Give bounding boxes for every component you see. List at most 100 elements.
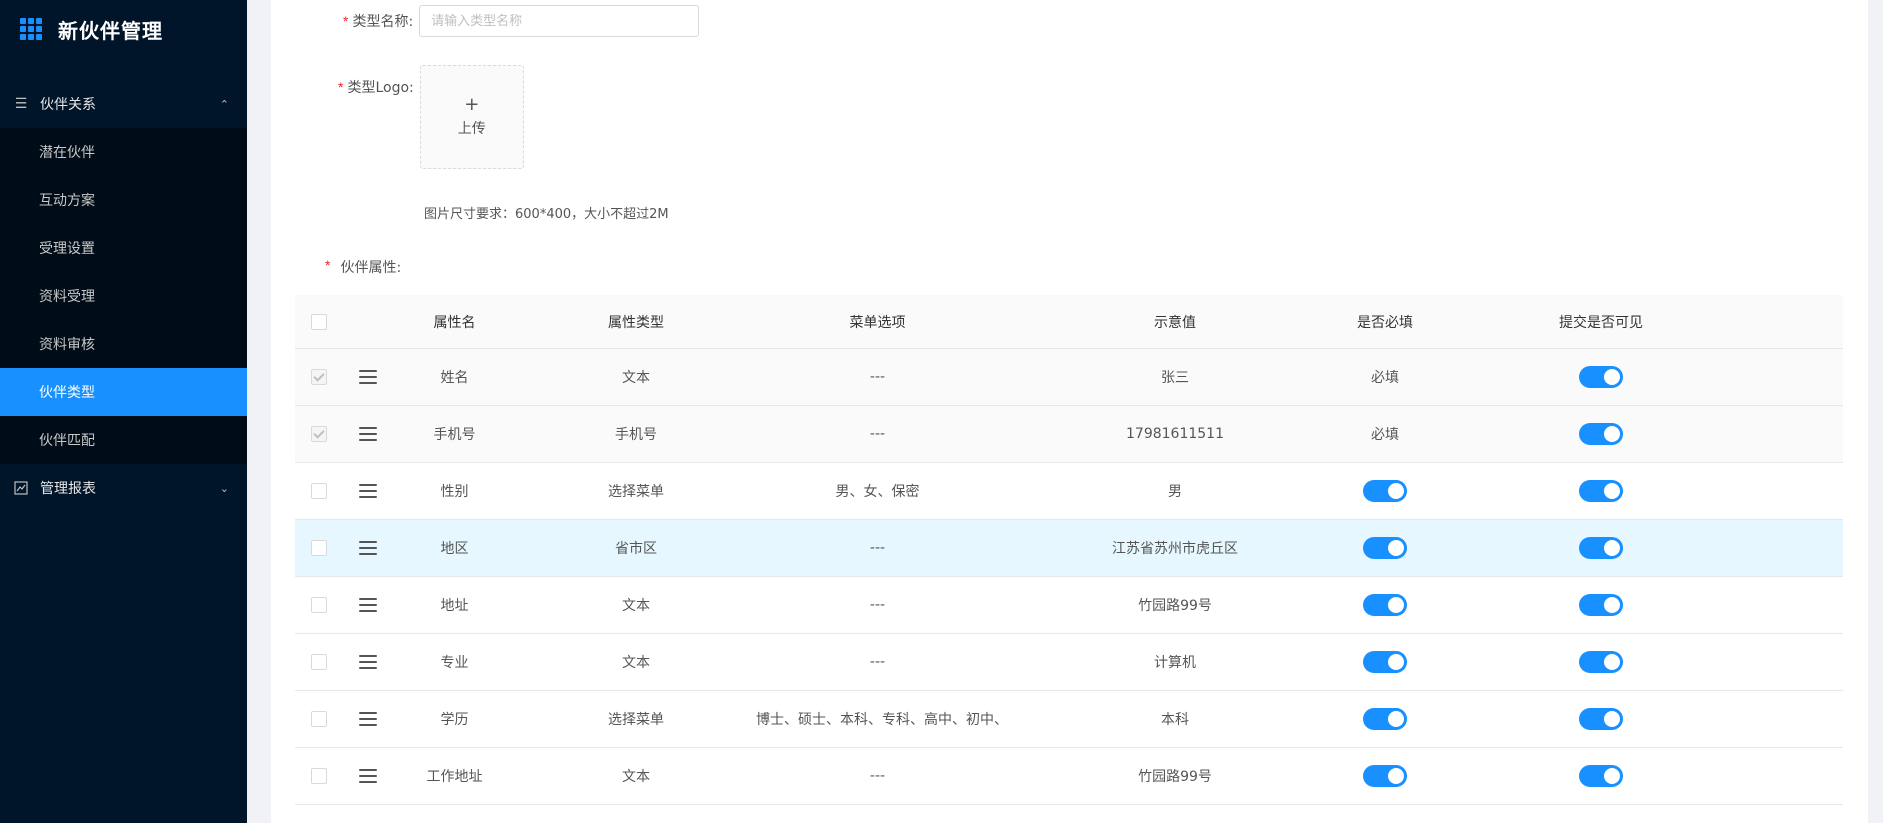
visible-toggle[interactable] bbox=[1579, 765, 1623, 787]
drag-handle-icon[interactable] bbox=[359, 712, 377, 726]
sidebar-item-data-acceptance[interactable]: 资料受理 bbox=[0, 272, 247, 320]
table-row[interactable]: 地区 省市区 --- 江苏省苏州市虎丘区 bbox=[295, 520, 1843, 577]
visible-toggle[interactable] bbox=[1579, 366, 1623, 388]
table-row[interactable]: 工作地址 文本 --- 竹园路99号 bbox=[295, 748, 1843, 805]
required-mark: * bbox=[325, 257, 331, 273]
required-mark: * bbox=[343, 13, 349, 29]
drag-handle-icon[interactable] bbox=[359, 541, 377, 555]
visible-toggle[interactable] bbox=[1579, 423, 1623, 445]
type-name-row: * 类型名称: bbox=[343, 5, 700, 37]
menu-group-partner-relations[interactable]: ☰ 伙伴关系 ⌃ bbox=[0, 80, 247, 128]
attr-name: 地区 bbox=[440, 541, 469, 557]
header-visible-on-submit: 提交是否可见 bbox=[1559, 314, 1643, 331]
plus-icon: + bbox=[464, 94, 480, 115]
visible-toggle[interactable] bbox=[1579, 708, 1623, 730]
sidebar-item-partner-matching[interactable]: 伙伴匹配 bbox=[0, 416, 247, 464]
table-row[interactable]: 学历 选择菜单 博士、硕士、本科、专科、高中、初中、小学、其他 本科 bbox=[295, 691, 1843, 748]
drag-handle-icon[interactable] bbox=[359, 655, 377, 669]
header-attr-type: 属性类型 bbox=[608, 314, 664, 331]
header-menu-options: 菜单选项 bbox=[849, 314, 906, 331]
sample-value: 本科 bbox=[1161, 712, 1189, 728]
required-text: 必填 bbox=[1371, 370, 1399, 386]
attr-type: 省市区 bbox=[615, 541, 657, 557]
row-checkbox[interactable] bbox=[311, 483, 327, 499]
required-toggle[interactable] bbox=[1363, 537, 1407, 559]
type-name-input[interactable] bbox=[419, 5, 700, 37]
row-checkbox[interactable] bbox=[311, 768, 327, 784]
image-size-hint: 图片尺寸要求：600*400，大小不超过2M bbox=[424, 207, 669, 222]
table-row[interactable]: 姓名 文本 --- 张三 必填 bbox=[295, 349, 1843, 406]
drag-handle-icon[interactable] bbox=[359, 427, 377, 441]
sample-value: 17981611511 bbox=[1126, 426, 1224, 442]
drag-handle-icon[interactable] bbox=[359, 769, 377, 783]
main-content: *类型名称: *类型Logo: + 上传 图片尺寸要求：600*400，大小不超… bbox=[271, 0, 1868, 823]
required-toggle[interactable] bbox=[1363, 708, 1407, 730]
drag-handle-icon[interactable] bbox=[359, 370, 377, 384]
attr-name: 专业 bbox=[440, 655, 469, 671]
header-sample-value: 示意值 bbox=[1154, 314, 1196, 331]
visible-toggle[interactable] bbox=[1579, 480, 1623, 502]
menu-options: --- bbox=[869, 597, 886, 613]
table-header: 属性名 属性类型 菜单选项 示意值 是否必填 提交是否可见 bbox=[295, 295, 1843, 349]
chevron-down-icon: ⌄ bbox=[219, 481, 229, 495]
sidebar-item-acceptance-settings[interactable]: 受理设置 bbox=[0, 224, 247, 272]
attr-name: 地址 bbox=[440, 598, 469, 614]
row-checkbox[interactable] bbox=[311, 654, 327, 670]
sidebar-item-potential-partners[interactable]: 潜在伙伴 bbox=[0, 128, 247, 176]
visible-toggle[interactable] bbox=[1579, 651, 1623, 673]
submenu: 潜在伙伴 互动方案 受理设置 资料受理 资料审核 伙伴类型 伙伴匹配 bbox=[0, 128, 247, 464]
chevron-up-icon: ⌃ bbox=[219, 97, 229, 111]
attr-type: 选择菜单 bbox=[608, 712, 664, 728]
app-title: 新伙伴管理 bbox=[58, 18, 163, 43]
sample-value: 计算机 bbox=[1154, 655, 1196, 671]
visible-toggle[interactable] bbox=[1579, 594, 1623, 616]
app-grid-icon[interactable] bbox=[20, 18, 42, 40]
menu-options: --- bbox=[869, 426, 886, 442]
attr-type: 文本 bbox=[622, 769, 650, 785]
sample-value: 江苏省苏州市虎丘区 bbox=[1112, 541, 1238, 557]
table-row[interactable]: 手机号 手机号 --- 17981611511 必填 bbox=[295, 406, 1843, 463]
visible-toggle[interactable] bbox=[1579, 537, 1623, 559]
upload-label: 上传 bbox=[457, 121, 486, 137]
drag-handle-icon[interactable] bbox=[359, 484, 377, 498]
table-row[interactable]: 性别 选择菜单 男、女、保密 男 bbox=[295, 463, 1843, 520]
table-row[interactable]: 地址 文本 --- 竹园路99号 bbox=[295, 577, 1843, 634]
menu-options: --- bbox=[869, 768, 886, 784]
attr-type: 文本 bbox=[622, 655, 650, 671]
attr-type: 手机号 bbox=[615, 427, 657, 443]
row-checkbox[interactable] bbox=[311, 597, 327, 613]
sidebar-item-interaction-plans[interactable]: 互动方案 bbox=[0, 176, 247, 224]
logo-upload-button[interactable]: + 上传 bbox=[419, 65, 524, 169]
required-mark: * bbox=[338, 79, 344, 95]
sidebar-item-partner-types[interactable]: 伙伴类型 bbox=[0, 368, 247, 416]
sidebar-item-data-review[interactable]: 资料审核 bbox=[0, 320, 247, 368]
menu-group-reports[interactable]: 管理报表 ⌄ bbox=[0, 464, 247, 512]
attr-type: 文本 bbox=[622, 370, 650, 386]
row-checkbox bbox=[311, 426, 327, 442]
required-toggle[interactable] bbox=[1363, 651, 1407, 673]
drag-handle-icon[interactable] bbox=[359, 598, 377, 612]
attr-name: 性别 bbox=[440, 484, 469, 500]
header-attr-name: 属性名 bbox=[433, 314, 476, 331]
required-toggle[interactable] bbox=[1363, 765, 1407, 787]
menu-options: --- bbox=[869, 654, 886, 670]
required-toggle[interactable] bbox=[1363, 594, 1407, 616]
sample-value: 竹园路99号 bbox=[1138, 769, 1212, 785]
menu-options: --- bbox=[869, 369, 886, 385]
table-row[interactable]: 专业 文本 --- 计算机 bbox=[295, 634, 1843, 691]
sample-value: 男 bbox=[1168, 484, 1182, 500]
row-checkbox[interactable] bbox=[311, 540, 327, 556]
header-required: 是否必填 bbox=[1357, 314, 1413, 331]
attr-type: 选择菜单 bbox=[608, 484, 664, 500]
required-toggle[interactable] bbox=[1363, 480, 1407, 502]
row-checkbox[interactable] bbox=[311, 711, 327, 727]
attr-name: 姓名 bbox=[440, 370, 469, 386]
select-all-checkbox[interactable] bbox=[311, 313, 327, 330]
list-icon: ☰ bbox=[14, 96, 28, 112]
chart-icon bbox=[14, 481, 28, 495]
attr-type: 文本 bbox=[622, 598, 650, 614]
type-logo-label: * 类型Logo: bbox=[338, 79, 414, 96]
sidebar: 新伙伴管理 ☰ 伙伴关系 ⌃ 潜在伙伴 互动方案 受理设置 资料受理 资料审核 … bbox=[0, 0, 247, 823]
type-logo-row: * 类型Logo: + 上传 bbox=[338, 65, 524, 169]
attr-name: 工作地址 bbox=[426, 769, 483, 785]
